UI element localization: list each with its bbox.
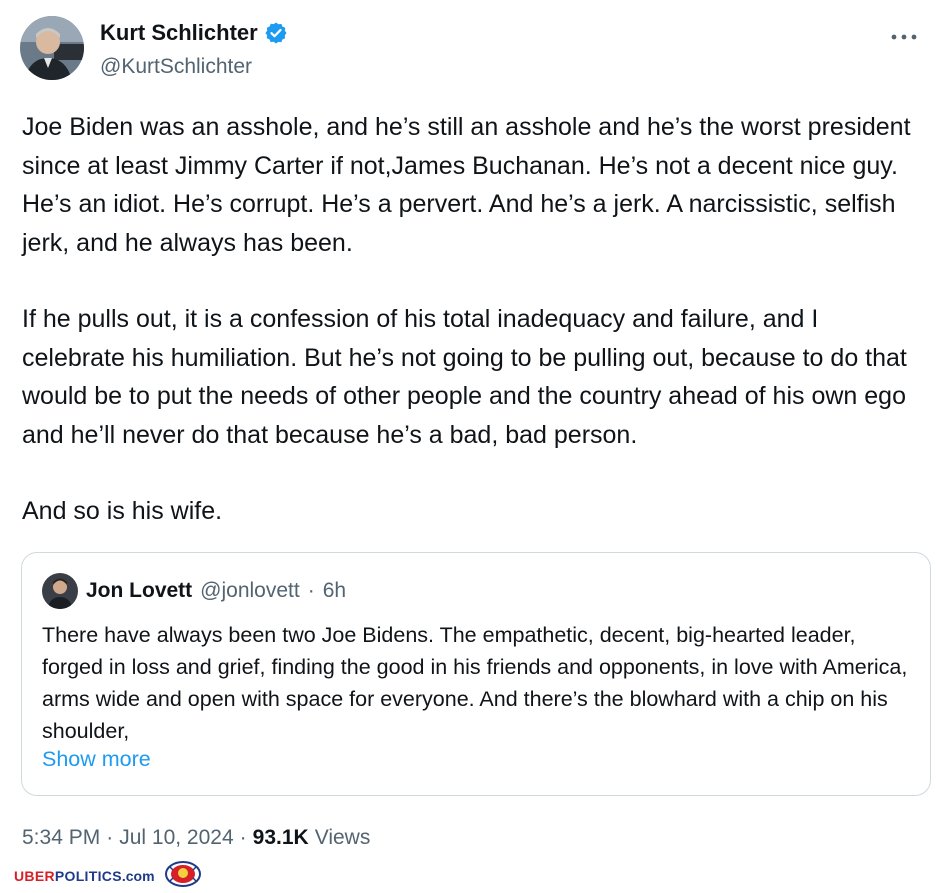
tweet-body: Joe Biden was an asshole, and he’s still… — [22, 108, 922, 531]
author-name[interactable]: Kurt Schlichter — [100, 20, 258, 46]
author-avatar[interactable] — [20, 16, 84, 80]
verified-badge-icon — [264, 21, 288, 45]
author-handle[interactable]: @KurtSchlichter — [100, 55, 252, 79]
quoted-author-avatar[interactable] — [42, 573, 78, 609]
views-label: Views — [314, 826, 371, 849]
quoted-tweet[interactable]: Jon Lovett @jonlovett · 6h There have al… — [21, 552, 931, 796]
watermark: UBERPOLITICS.com — [14, 860, 203, 893]
watermark-part: POLITICS — [54, 867, 122, 884]
tweet-paragraph: And so is his wife. — [22, 497, 223, 525]
quoted-author-handle[interactable]: @jonlovett — [200, 579, 300, 603]
more-options-icon[interactable] — [890, 22, 918, 46]
show-more-link[interactable]: Show more — [42, 747, 151, 772]
watermark-text: UBERPOLITICS.com — [14, 868, 155, 886]
separator-dot: · — [239, 826, 247, 849]
tweet-time[interactable]: 5:34 PM — [22, 826, 100, 850]
views-count: 93.1K — [252, 826, 309, 849]
quoted-author-name[interactable]: Jon Lovett — [86, 579, 192, 603]
quoted-tweet-time[interactable]: 6h — [323, 579, 346, 603]
watermark-part: UBER — [14, 867, 55, 884]
lion-logo-icon — [163, 860, 203, 893]
tweet-date[interactable]: Jul 10, 2024 — [119, 826, 233, 850]
separator-dot: · — [307, 579, 315, 602]
tweet-meta: 5:34 PM · Jul 10, 2024 · 93.1K Views — [22, 826, 370, 850]
tweet-paragraph: Joe Biden was an asshole, and he’s still… — [22, 113, 911, 257]
separator-dot: · — [106, 826, 114, 849]
quoted-tweet-text: There have always been two Joe Bidens. T… — [42, 623, 908, 743]
tweet-paragraph: If he pulls out, it is a confession of h… — [22, 305, 907, 449]
quoted-tweet-header: Jon Lovett @jonlovett · 6h — [42, 573, 346, 609]
watermark-part: .com — [121, 867, 155, 884]
